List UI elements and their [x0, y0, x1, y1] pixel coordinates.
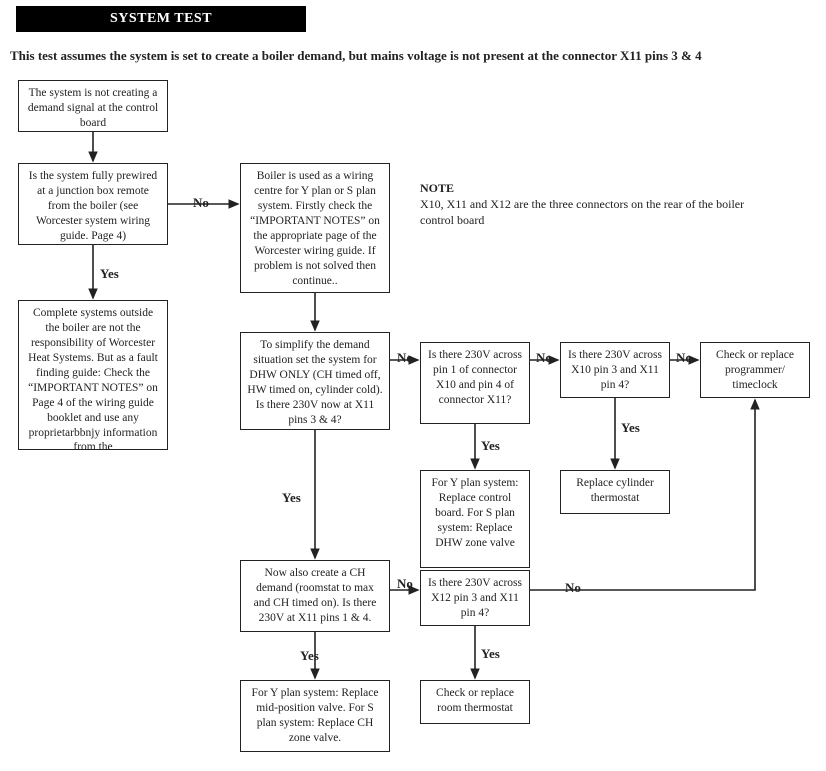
section-header-text: SYSTEM TEST: [110, 11, 212, 27]
box-start: The system is not creating a demand sign…: [18, 80, 168, 132]
box-external-systems: Complete systems outside the boiler are …: [18, 300, 168, 450]
note-title: NOTE: [420, 180, 760, 196]
label-yes-b2: Yes: [100, 266, 119, 282]
label-no-b2: No: [193, 195, 209, 211]
note-block: NOTE X10, X11 and X12 are the three conn…: [420, 180, 760, 229]
label-no-b7: No: [676, 350, 692, 366]
label-yes-b11: Yes: [300, 648, 319, 664]
section-header: SYSTEM TEST: [16, 6, 306, 32]
note-body: X10, X11 and X12 are the three connector…: [420, 196, 760, 228]
box-replace-board-or-valve: For Y plan system: Replace control board…: [420, 470, 530, 568]
box-ch-demand-decision: Now also create a CH demand (roomstat to…: [240, 560, 390, 632]
box-prewired-decision: Is the system fully prewired at a juncti…: [18, 163, 168, 245]
label-no-b5: No: [397, 350, 413, 366]
box-replace-cyl-thermostat: Replace cylinder thermostat: [560, 470, 670, 514]
label-no-b6: No: [536, 350, 552, 366]
label-yes-b12: Yes: [481, 646, 500, 662]
page: SYSTEM TEST This test assumes the system…: [0, 0, 826, 771]
label-no-b12: No: [565, 580, 581, 596]
box-230v-x10p3-x11p4: Is there 230V across X10 pin 3 and X11 p…: [560, 342, 670, 398]
label-yes-b7: Yes: [621, 420, 640, 436]
box-replace-valve: For Y plan system: Replace mid-position …: [240, 680, 390, 752]
label-no-b11: No: [397, 576, 413, 592]
box-wiring-centre: Boiler is used as a wiring centre for Y …: [240, 163, 390, 293]
box-230v-x12p3-x11p4: Is there 230V across X12 pin 3 and X11 p…: [420, 570, 530, 626]
box-room-thermostat: Check or replace room thermostat: [420, 680, 530, 724]
box-230v-x10p1-x11p4: Is there 230V across pin 1 of connector …: [420, 342, 530, 424]
box-dhw-only-decision: To simplify the demand situation set the…: [240, 332, 390, 430]
intro-text: This test assumes the system is set to c…: [10, 48, 810, 64]
box-replace-programmer: Check or replace programmer/ timeclock: [700, 342, 810, 398]
label-yes-b6: Yes: [481, 438, 500, 454]
label-yes-b5: Yes: [282, 490, 301, 506]
